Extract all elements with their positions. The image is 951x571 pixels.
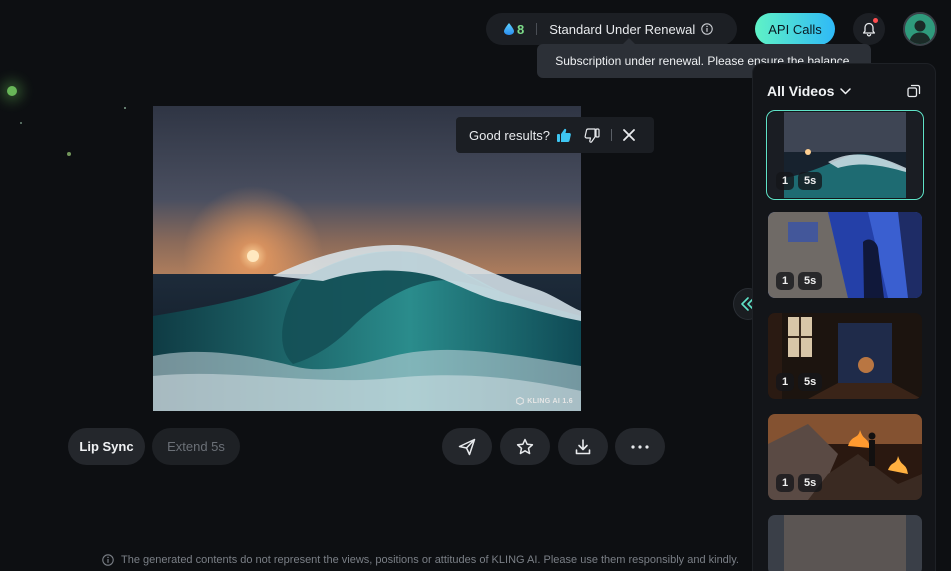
extend-button[interactable]: Extend 5s [152,428,240,465]
clip-count-badge: 1 [776,373,795,391]
download-icon [575,438,591,454]
video-thumbnail[interactable]: 1 5s [768,313,922,399]
clip-count-badge: 1 [776,272,795,290]
chevron-down-icon [840,87,852,94]
api-calls-button[interactable]: API Calls [755,13,835,45]
send-icon [458,438,476,455]
feedback-popup: Good results? [456,117,654,153]
star-icon [516,438,534,454]
ambient-glow [20,122,22,124]
clip-count-badge: 1 [776,172,795,190]
notifications-button[interactable] [853,13,885,45]
more-dots-icon [631,444,649,449]
user-avatar-icon [905,14,935,44]
all-videos-dropdown[interactable]: All Videos [767,83,852,99]
kling-logo-icon [516,397,525,405]
divider [536,23,538,35]
watermark-text: KLING AI 1.6 [527,397,573,405]
ambient-glow [67,152,71,156]
favorite-button[interactable] [500,428,550,465]
duration-badge: 5s [798,474,823,492]
video-history-panel: All Videos 1 5s 1 5s 1 5s 1 5s [752,63,936,571]
video-watermark: KLING AI 1.6 [516,397,573,405]
info-icon [102,554,114,566]
share-button[interactable] [442,428,492,465]
notification-dot [873,18,878,23]
tooltip-arrow [623,38,635,44]
thumbs-down-icon[interactable] [584,127,600,143]
video-thumbnail[interactable] [768,515,922,571]
video-thumbnail[interactable]: 1 5s [768,414,922,500]
multi-select-icon[interactable] [907,84,921,98]
clip-count-badge: 1 [776,474,795,492]
video-thumbnail[interactable]: 1 5s [768,212,922,298]
divider [610,129,612,141]
download-button[interactable] [558,428,608,465]
disclaimer-text: The generated contents do not represent … [121,554,739,566]
disclaimer: The generated contents do not represent … [102,554,739,566]
feedback-prompt: Good results? [469,127,550,143]
partial-thumbnail [768,515,922,571]
close-icon[interactable] [623,129,635,141]
ambient-glow [7,86,17,96]
credits-drop-icon [504,23,514,35]
bell-icon [862,22,876,37]
thumbs-up-icon[interactable] [556,128,572,143]
more-options-button[interactable] [615,428,665,465]
info-icon[interactable] [701,23,713,35]
plan-status-label: Standard Under Renewal [549,21,696,37]
avatar[interactable] [903,12,937,46]
lip-sync-button[interactable]: Lip Sync [68,428,145,465]
subscription-status-pill[interactable]: 8 Standard Under Renewal [486,13,737,45]
ambient-glow [124,107,126,109]
duration-badge: 5s [798,272,823,290]
duration-badge: 5s [798,373,823,391]
panel-title: All Videos [767,83,835,99]
duration-badge: 5s [798,172,823,190]
credits-count: 8 [517,21,525,37]
video-thumbnail[interactable]: 1 5s [766,110,924,200]
